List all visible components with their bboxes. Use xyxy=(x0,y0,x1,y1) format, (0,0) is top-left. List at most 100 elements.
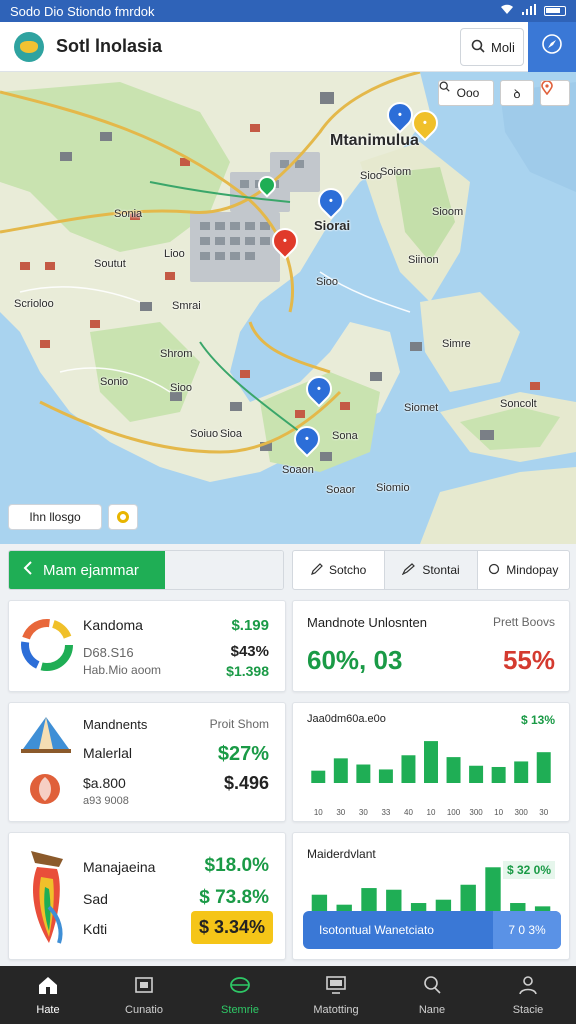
tent-icon xyxy=(21,717,71,753)
card-value: $1.398 xyxy=(226,663,269,679)
map-recenter-button[interactable] xyxy=(108,504,138,530)
card-line: Manajaeina xyxy=(83,859,156,875)
person-search-icon xyxy=(517,975,539,998)
parrot-icon xyxy=(31,851,63,944)
chart-bar xyxy=(491,766,506,783)
card-value: $27% xyxy=(217,743,269,765)
donut-chart-icon xyxy=(21,619,73,671)
tab-empty[interactable] xyxy=(165,551,283,589)
bar-chart-card-2[interactable]: Maiderdvlant $ 32 0% Isotontual Wanetcia… xyxy=(292,832,570,960)
map-label: Scrioloo xyxy=(14,298,54,310)
map-chip-button[interactable]: Ihn llosgo xyxy=(8,504,102,530)
nav-label: Nane xyxy=(418,1003,446,1016)
card-line: D68.S16 xyxy=(83,645,134,660)
tab-label: Stontai xyxy=(422,563,460,577)
x-tick-label: 300 xyxy=(515,808,529,817)
card-line: Malerlal xyxy=(83,745,133,761)
map-label: Sioa xyxy=(220,428,243,440)
card-subtitle: Prett Boovs xyxy=(492,615,555,629)
map-label: Sioo xyxy=(360,170,383,182)
summary-card-manajaeina[interactable]: Manajaeina Sad Kdti $18.0% $ 73.8% $ 3.3… xyxy=(8,832,286,960)
tab-sotcho[interactable]: Sotcho xyxy=(293,551,386,589)
map-label: Soutut xyxy=(94,258,126,270)
nav-item-stacie[interactable]: Stacie xyxy=(480,966,576,1024)
map-label: Siomio xyxy=(376,482,410,494)
status-bar: Sodo Dio Stiondo fmrdok xyxy=(0,0,576,22)
chart-bar xyxy=(361,888,377,913)
tab-active[interactable]: Mam ejammar xyxy=(9,551,165,589)
chart-bar xyxy=(356,764,371,783)
map-option-button[interactable]: Ooo xyxy=(438,80,494,106)
home-icon xyxy=(37,975,59,998)
nav-item-nane[interactable]: Nane xyxy=(384,966,480,1024)
map-label: Sioom xyxy=(432,206,464,218)
chart-banner-button[interactable]: Isotontual Wanetciato 7 0 3% xyxy=(303,911,561,949)
summary-card-kandoma[interactable]: Kandoma D68.S16 Hab.Mio aoom $.199 $43% … xyxy=(8,600,286,692)
chart-bar xyxy=(311,770,326,783)
map-layer-label: ꝺ xyxy=(513,86,521,101)
card-value: $18.0% xyxy=(204,855,269,876)
bar-chart-2 xyxy=(311,867,551,913)
map-label: Shrom xyxy=(160,348,193,360)
tab-stontai[interactable]: Stontai xyxy=(385,551,478,589)
nav-item-home[interactable]: Hate xyxy=(0,966,96,1024)
map-label: Simre xyxy=(442,338,471,350)
chart-bar xyxy=(460,884,476,913)
nav-item-matotting[interactable]: Matotting xyxy=(288,966,384,1024)
map-label: Siinon xyxy=(408,254,439,266)
x-tick-label: 10 xyxy=(427,808,436,817)
status-text: Sodo Dio Stiondo fmrdok xyxy=(10,3,155,19)
person-icon xyxy=(401,562,416,578)
map-label: Soaon xyxy=(282,464,314,476)
map-label: Soaor xyxy=(326,484,356,496)
app-title: Sotl lnolasia xyxy=(56,36,163,56)
map-view[interactable]: Ooo ꝺ Mtanimulua Siorai Sonia Soiom Lioo… xyxy=(0,72,576,544)
pen-icon xyxy=(311,562,323,578)
map-label-city: Mtanimulua xyxy=(330,132,419,149)
bar-chart-card[interactable]: Jaa0dm60a.e0o $ 13% 10 30 30 33 40 10 100 300 10… xyxy=(292,702,570,822)
map-label: Sioo xyxy=(170,382,193,394)
map-label: Sonio xyxy=(100,376,129,388)
search-button[interactable]: Moli xyxy=(460,28,524,66)
chart-bar xyxy=(424,741,438,783)
card-title: Kandoma xyxy=(83,617,143,633)
nav-item-stemrie[interactable]: Stemrie xyxy=(192,966,288,1024)
monitor-icon xyxy=(325,975,347,998)
tab-mindopay[interactable]: Mindopay xyxy=(478,551,569,589)
chart-bar xyxy=(378,769,393,783)
chart-bar xyxy=(485,867,501,913)
app-logo xyxy=(14,31,44,62)
chart-bar xyxy=(386,889,402,913)
circle-icon xyxy=(117,511,129,523)
chart-bar xyxy=(514,761,529,783)
x-tick-label: 10 xyxy=(314,808,323,817)
card-value: $.496 xyxy=(223,773,269,793)
primary-tabs: Mam ejammar xyxy=(8,550,284,590)
card-title: Mandnents xyxy=(83,717,148,732)
chart-corner-value: $ 13% xyxy=(520,713,555,727)
x-tick-label: 30 xyxy=(336,808,345,817)
calendar-icon xyxy=(133,975,155,998)
tab-label: Mindopay xyxy=(506,563,559,577)
map-location-button[interactable] xyxy=(540,80,570,106)
x-tick-label: 33 xyxy=(381,808,390,817)
map-label: Smrai xyxy=(172,300,201,312)
highlight-value: $ 3.34% xyxy=(190,911,273,944)
compass-icon xyxy=(541,33,563,61)
summary-card-mandnents[interactable]: Mandnents Proit Shom Malerlal $a.800 a93… xyxy=(8,702,286,822)
compass-button[interactable] xyxy=(528,22,576,72)
nav-label: Stacie xyxy=(512,1003,544,1016)
summary-card-mandnote[interactable]: Mandnote Unlosnten Prett Boovs 60%, 03 5… xyxy=(292,600,570,692)
chart-bar xyxy=(536,752,551,783)
chart-bar xyxy=(446,757,461,783)
map-layer-button[interactable]: ꝺ xyxy=(500,80,534,106)
nav-item-cunatio[interactable]: Cunatio xyxy=(96,966,192,1024)
card-value: $43% xyxy=(230,643,269,660)
card-title: Mandnote Unlosnten xyxy=(307,615,427,630)
map-label: Sonia xyxy=(114,208,143,220)
map-label: Soiom xyxy=(380,166,412,178)
chevron-left-icon xyxy=(23,561,33,579)
banner-value: 7 0 3% xyxy=(493,911,561,949)
battery-icon xyxy=(544,6,566,16)
x-tick-label: 10 xyxy=(494,808,503,817)
